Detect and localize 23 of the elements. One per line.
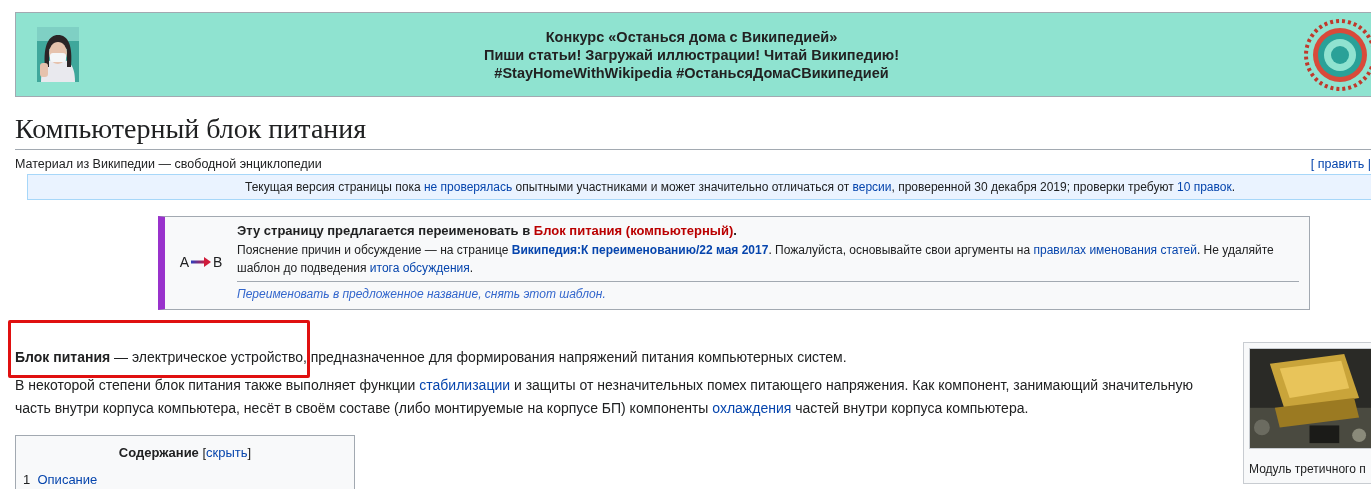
toc-toggle[interactable]: [скрыть] bbox=[202, 445, 252, 460]
toc-item[interactable]: 1 Описание bbox=[23, 471, 347, 489]
rename-title: Эту страницу предлагается переименовать в Блок питания (компьютерный). bbox=[237, 222, 738, 240]
link[interactable]: охлаждения bbox=[712, 400, 792, 416]
rename-explanation: Пояснение причин и обсуждение — на странице Википедия:К переименованию/22 мая 2017. Пожалуйста, основывайте свои аргументы на правилах именования статей. Не удаляйте шаблон до подведения итога обсуждения. bbox=[237, 242, 1275, 277]
banner-text: #StayHomeWithWikipedia #ОстаньсяДомаСВикипедией bbox=[493, 63, 890, 82]
edit-link[interactable]: [ править | bbox=[1310, 156, 1371, 172]
link[interactable]: 10 правок bbox=[1176, 180, 1232, 194]
toc-title: Содержание bbox=[118, 445, 199, 460]
link[interactable]: итога обсуждения bbox=[369, 261, 470, 275]
link[interactable]: Википедия:К переименованию/22 мая 2017 bbox=[511, 243, 769, 257]
banner-text: Конкурс «Останься дома с Википедией» bbox=[544, 27, 839, 46]
paragraph: Блок питания — электрическое устройство, предназначенное для формирования напряжений питания компьютерных систем. bbox=[15, 348, 848, 367]
link[interactable]: стабилизации bbox=[419, 377, 511, 393]
image-caption: Модуль третичного п bbox=[1249, 461, 1367, 478]
page-title: Компьютерный блок питания bbox=[15, 111, 1371, 150]
link[interactable]: правилах именования статей bbox=[1033, 243, 1197, 257]
paragraph: В некоторой степени блок питания также выполняет функции стабилизации и защиты от незначительных помех питающего напряжения. Как компонент, занимающий значительную часть внутри корпуса компьютера, несёт в своём составе (либо монтируемые на корпусе БП) компоненты охлаждения частей внутри корпуса компьютера. bbox=[15, 376, 1194, 418]
banner-text: Пиши статьи! Загружай иллюстрации! Читай Википедию! bbox=[482, 45, 901, 64]
link[interactable]: не проверялась bbox=[423, 180, 513, 194]
review-notice: Текущая версия страницы пока не проверялась опытными участниками и может значительно отличаться от версии, проверенной 30 декабря 2019; проверки требуют 10 правок. bbox=[27, 174, 1371, 200]
tagline: Материал из Википедии — свободной энциклопедии bbox=[15, 156, 322, 172]
rename-action-link[interactable]: Переименовать в предложенное название, снять этот шаблон. bbox=[237, 287, 606, 301]
